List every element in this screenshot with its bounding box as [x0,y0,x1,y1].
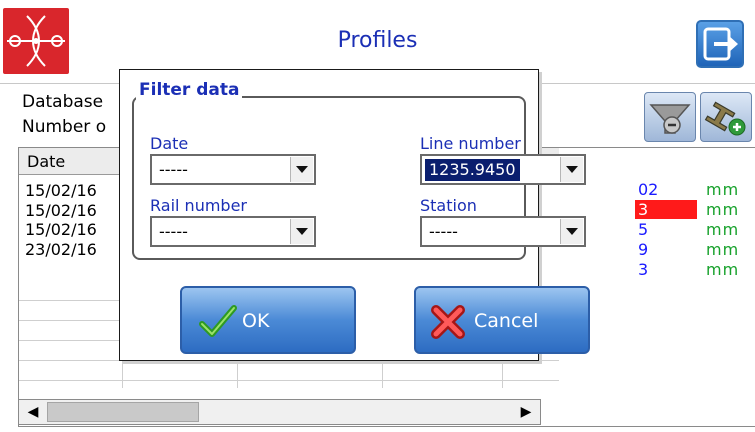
add-rail-button[interactable] [700,92,752,142]
horizontal-scrollbar[interactable]: ◀ ▶ [18,399,541,425]
chevron-down-icon[interactable] [290,157,313,182]
checkmark-icon [199,305,237,337]
line-number-select[interactable]: 1235.9450 [420,154,586,185]
unit-cell: mm [706,180,740,199]
value-cell[interactable]: 3 [635,260,697,279]
filter-icon [649,104,691,134]
cancel-button[interactable]: Cancel [414,286,590,354]
table-row[interactable]: 15/02/16 [25,220,97,239]
value-cell[interactable]: 9 [635,240,697,259]
ok-button[interactable]: OK [180,286,356,354]
station-select-value: ----- [429,222,458,241]
unit-cell: mm [706,260,740,279]
table-row[interactable]: 15/02/16 [25,181,97,200]
unit-cell: mm [706,200,740,219]
close-icon [431,305,465,339]
database-label: Database [22,92,104,112]
filter-button[interactable] [644,92,696,142]
value-cell-highlighted[interactable]: 3 [635,200,697,219]
value-cell[interactable]: 02 [635,180,697,199]
value-cell[interactable]: 5 [635,220,697,239]
station-select[interactable]: ----- [420,216,586,247]
line-number-label: Line number [420,134,521,153]
exit-icon [703,27,738,61]
chevron-down-icon[interactable] [290,219,313,244]
date-select-value: ----- [159,160,188,179]
station-label: Station [420,196,477,215]
unit-cell: mm [706,240,740,259]
scroll-right-icon[interactable]: ▶ [513,401,539,423]
scroll-left-icon[interactable]: ◀ [20,401,46,423]
chevron-down-icon[interactable] [560,219,583,244]
cancel-button-label: Cancel [474,310,539,332]
chevron-down-icon[interactable] [560,157,583,182]
grid-line [19,380,559,381]
table-row[interactable]: 23/02/16 [25,240,97,259]
rail-add-icon [704,101,746,136]
table-row[interactable]: 15/02/16 [25,201,97,220]
unit-cell: mm [706,220,740,239]
filter-group-title: Filter data [136,80,243,100]
scroll-thumb[interactable] [47,402,199,422]
exit-button[interactable] [696,20,744,68]
ok-button-label: OK [242,310,270,332]
rail-number-select-value: ----- [159,222,188,241]
rail-number-label: Rail number [150,196,247,215]
page-title: Profiles [337,28,418,53]
line-number-select-value: 1235.9450 [425,159,520,181]
date-select[interactable]: ----- [150,154,316,185]
date-label: Date [150,134,189,153]
column-header-date: Date [27,152,66,171]
rail-number-select[interactable]: ----- [150,216,316,247]
record-count-label: Number o [22,117,107,137]
